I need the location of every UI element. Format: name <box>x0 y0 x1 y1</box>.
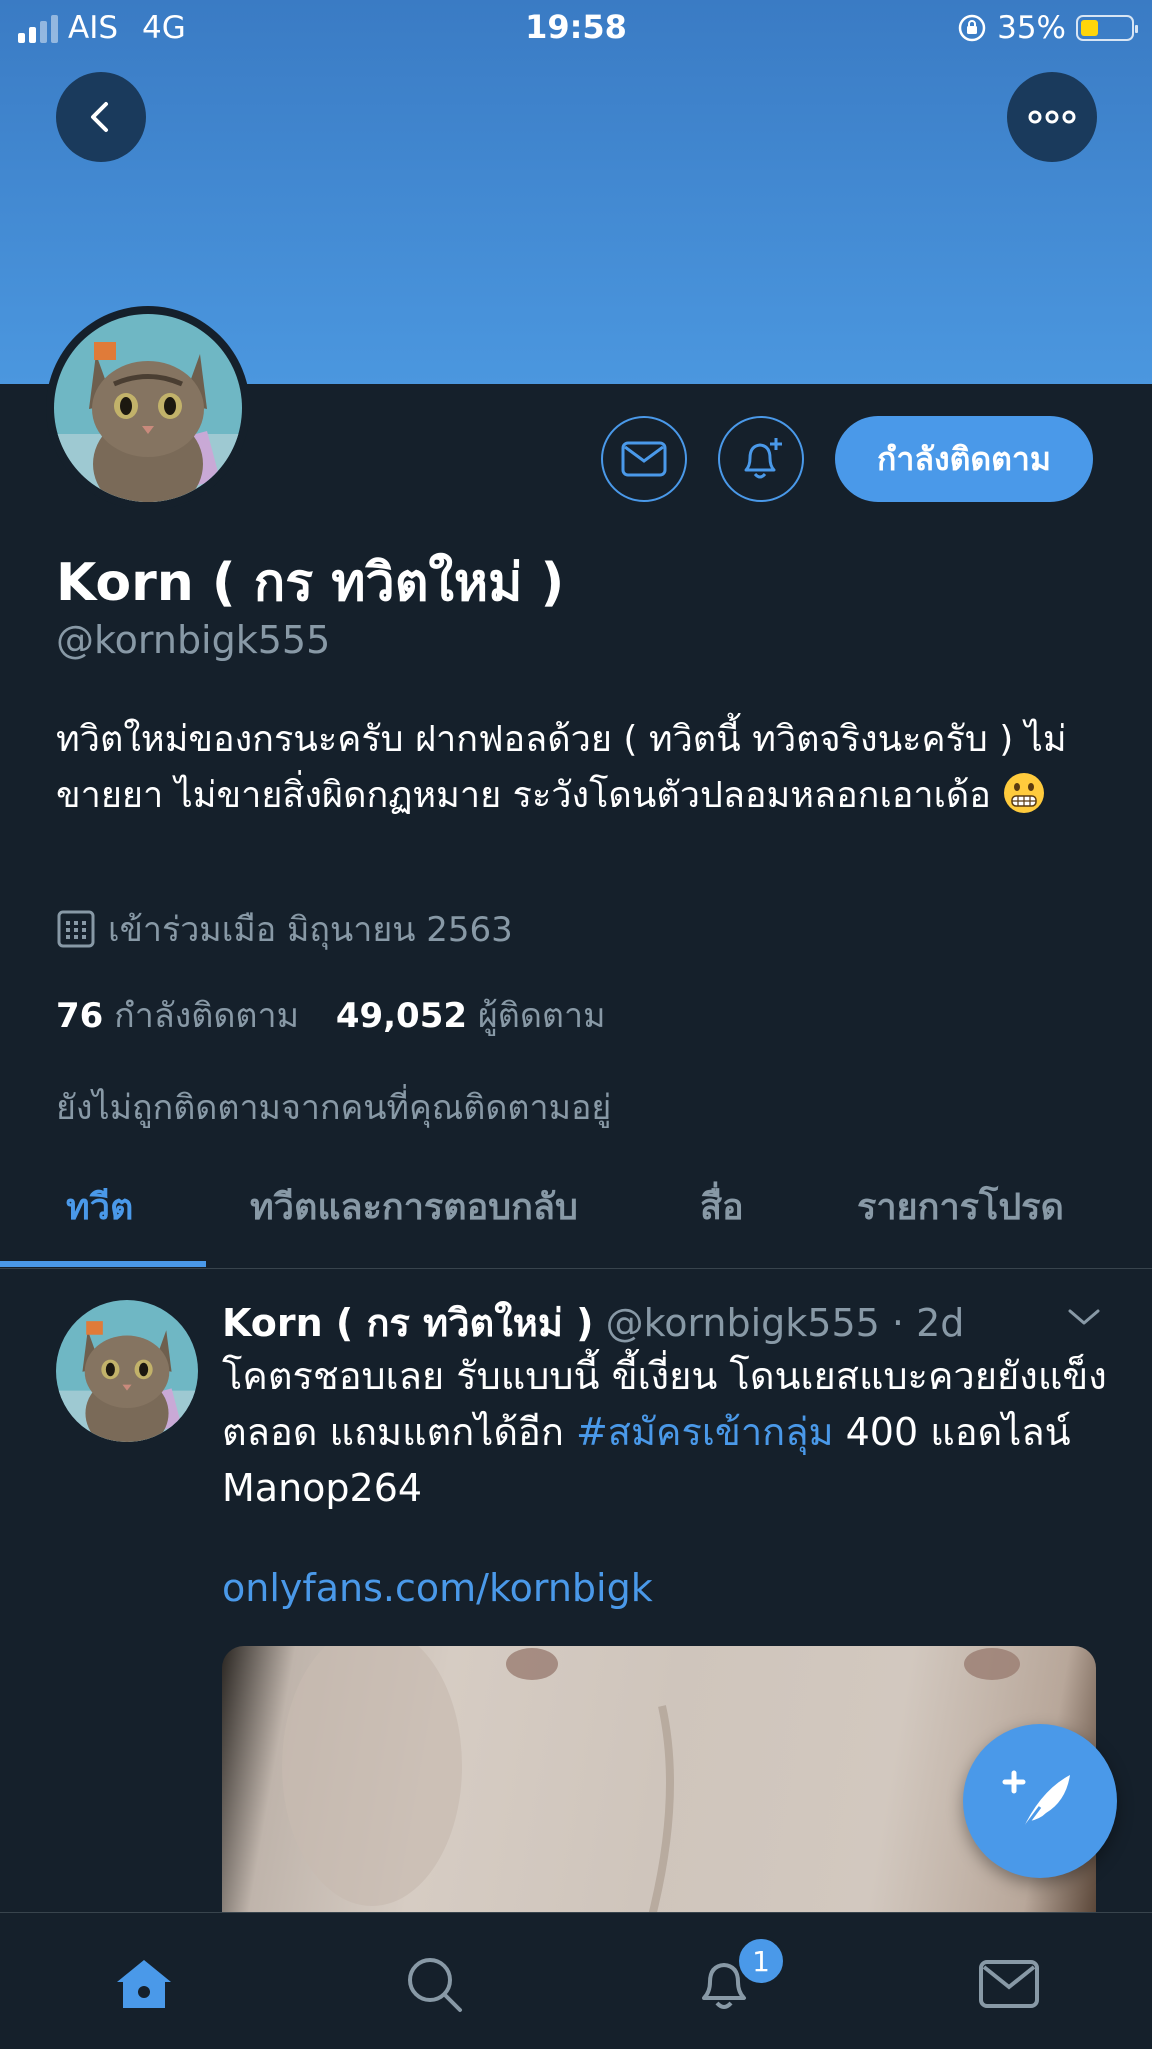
bottom-nav <box>0 1912 1152 2049</box>
followers-link[interactable]: 49,052 ผู้ติดตาม <box>336 996 606 1036</box>
bell-plus-icon <box>744 438 782 479</box>
envelope-icon <box>979 1960 1039 2008</box>
more-options-button[interactable] <box>1007 72 1097 162</box>
follow-stats: 76 กำลังติดตาม 49,052 ผู้ติดตาม <box>56 988 606 1042</box>
tweet-handle-time: @kornbigk555 · 2d <box>605 1301 965 1345</box>
following-label: กำลังติดตาม <box>114 996 299 1036</box>
nav-home[interactable] <box>109 1949 179 2019</box>
tweet-avatar[interactable] <box>56 1300 198 1442</box>
not-followed-note: ยังไม่ถูกติดตามจากคนที่คุณติดตามอยู่ <box>56 1088 612 1128</box>
profile-tabs: ทวีต ทวีตและการตอบกลับ สื่อ รายการโปรด <box>0 1150 1152 1269</box>
search-icon <box>408 1958 462 2012</box>
bio-text: ทวิตใหม่ของกรนะครับ ฝากฟอลด้วย ( ทวิตนี้… <box>56 719 1067 816</box>
profile-bio: ทวิตใหม่ของกรนะครับ ฝากฟอลด้วย ( ทวิตนี้… <box>56 712 1116 824</box>
profile-avatar[interactable] <box>46 306 250 510</box>
compose-tweet-button[interactable] <box>963 1724 1117 1878</box>
tweet-text: โคตรชอบเลย รับแบบนี้ ขี้เงี่ยน โดนเยสแบะ… <box>222 1348 1112 1516</box>
followers-label: ผู้ติดตาม <box>477 996 606 1036</box>
compose-feather-icon <box>1002 1770 1070 1832</box>
more-icon <box>1028 110 1076 124</box>
tweet-header: Korn ( กร ทวิตใหม่ ) @kornbigk555 · 2d <box>222 1292 964 1353</box>
tweet-link[interactable]: onlyfans.com/kornbigk <box>222 1566 653 1610</box>
profile-name: Korn ( กร ทวิตใหม่ ) <box>56 553 565 613</box>
cat-avatar-image <box>54 314 242 502</box>
tab-media[interactable]: สื่อ <box>700 1178 744 1235</box>
message-button[interactable] <box>601 416 687 502</box>
status-bar: AIS 4G 19:58 35% <box>0 0 1152 58</box>
battery-icon <box>1076 15 1138 41</box>
notification-badge: 1 <box>736 1936 786 1986</box>
nav-messages[interactable] <box>974 1949 1044 2019</box>
rotation-lock-icon <box>958 14 986 42</box>
joined-date: เข้าร่วมเมือ มิถุนายน 2563 <box>56 902 513 956</box>
notify-button[interactable] <box>718 416 804 502</box>
tweet-hashtag[interactable]: #สมัครเข้ากลุ่ม <box>576 1410 834 1454</box>
profile-handle: @kornbigk555 <box>56 618 331 662</box>
following-link[interactable]: 76 กำลังติดตาม <box>56 996 299 1036</box>
nav-search[interactable] <box>399 1949 469 2019</box>
tab-tweets[interactable]: ทวีต <box>66 1178 133 1235</box>
chevron-down-icon[interactable] <box>1064 1305 1104 1329</box>
followers-count: 49,052 <box>335 996 468 1036</box>
cat-avatar-image <box>56 1300 198 1442</box>
home-icon <box>117 1960 171 2008</box>
grimacing-emoji-icon <box>1004 773 1045 813</box>
active-tab-indicator <box>0 1261 206 1267</box>
joined-text: เข้าร่วมเมือ มิถุนายน 2563 <box>108 910 513 950</box>
tab-tweets-replies[interactable]: ทวีตและการตอบกลับ <box>250 1178 578 1235</box>
chevron-left-icon <box>91 102 108 132</box>
envelope-icon <box>621 441 667 477</box>
tweet-author-name[interactable]: Korn ( กร ทวิตใหม่ ) <box>222 1301 593 1345</box>
following-button[interactable]: กำลังติดตาม <box>835 416 1093 502</box>
tab-likes[interactable]: รายการโปรด <box>857 1178 1064 1235</box>
following-count: 76 <box>56 996 104 1036</box>
battery-percent: 35% <box>997 10 1066 46</box>
back-button[interactable] <box>56 72 146 162</box>
calendar-icon <box>57 910 95 948</box>
